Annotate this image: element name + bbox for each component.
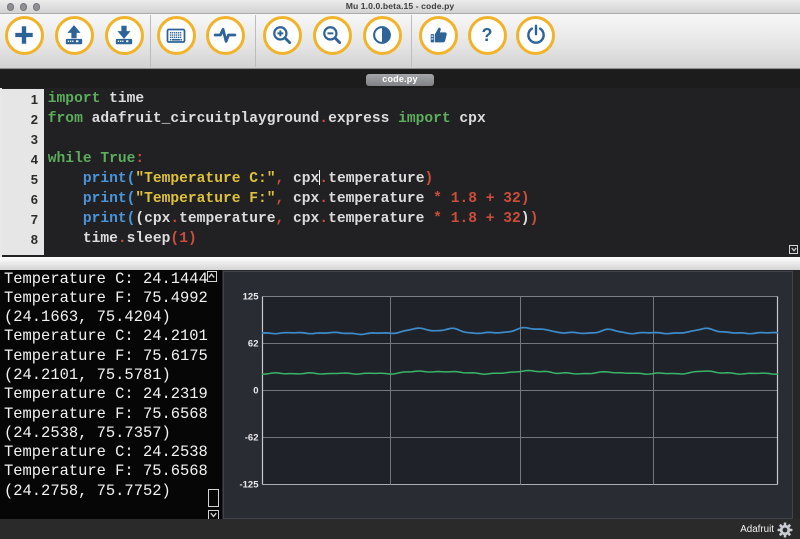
svg-text:?: ? bbox=[482, 25, 493, 45]
svg-text:0: 0 bbox=[253, 386, 258, 397]
svg-text:62: 62 bbox=[248, 339, 259, 350]
svg-text:-125: -125 bbox=[239, 480, 259, 491]
svg-text:-62: -62 bbox=[245, 433, 259, 444]
svg-text:125: 125 bbox=[243, 292, 260, 303]
